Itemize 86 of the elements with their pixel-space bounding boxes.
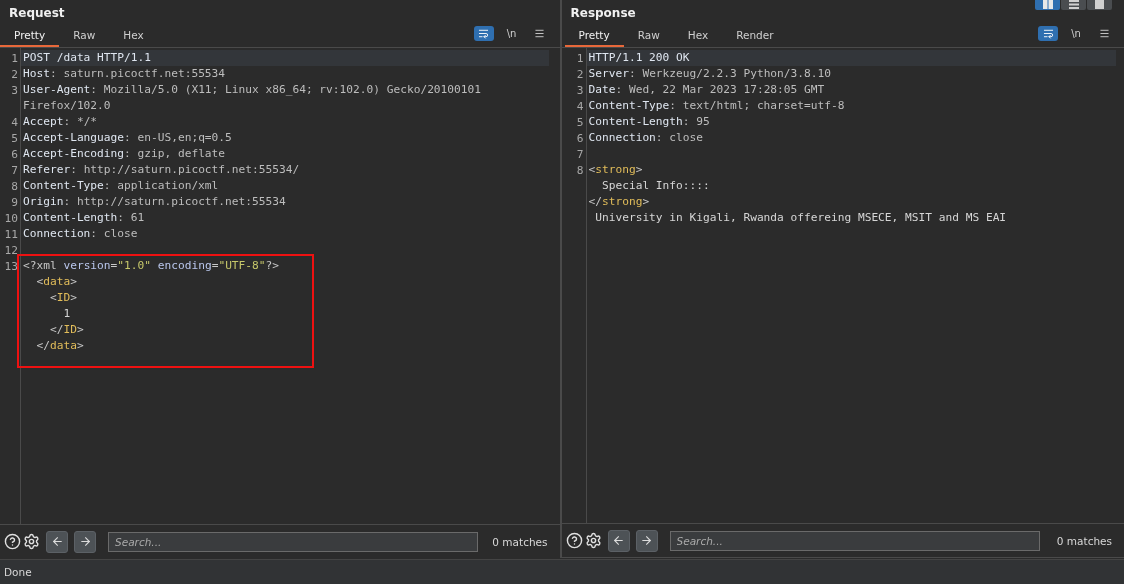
menu-icon bbox=[534, 28, 545, 39]
code-line: Content-Type: application/xml bbox=[22, 178, 220, 194]
line-number: 4 bbox=[575, 99, 585, 113]
code-line: Special Info:::: bbox=[600, 178, 711, 194]
code-line: Connection: close bbox=[587, 130, 704, 146]
line-number: 12 bbox=[3, 243, 19, 257]
code-line: Server: Werkzeug/2.2.3 Python/3.8.10 bbox=[587, 66, 832, 82]
code-line: <?xml version="1.0" encoding="UTF-8"?> bbox=[22, 258, 281, 274]
settings-icon[interactable] bbox=[23, 533, 40, 550]
arrow-right-icon bbox=[78, 535, 92, 548]
match-count: 0 matches bbox=[1056, 534, 1112, 547]
arrow-right-icon bbox=[640, 534, 653, 547]
settings-icon[interactable] bbox=[584, 532, 602, 549]
code-line: Accept-Encoding: gzip, deflate bbox=[22, 146, 227, 162]
pane-title: Request bbox=[9, 6, 65, 20]
tab[interactable]: Pretty bbox=[0, 26, 60, 47]
back-button[interactable] bbox=[607, 529, 630, 552]
line-number: 3 bbox=[575, 83, 585, 97]
code-line: Date: Wed, 22 Mar 2023 17:28:05 GMT bbox=[587, 82, 826, 98]
code-line: Connection: close bbox=[22, 226, 139, 242]
code-line: User-Agent: Mozilla/5.0 (X11; Linux x86_64; rv:102.0) Gecko/20100101 bbox=[22, 82, 482, 98]
line-number: 8 bbox=[575, 163, 585, 177]
wrap-icon bbox=[1042, 28, 1054, 39]
code-line: </strong> bbox=[587, 194, 651, 210]
tab[interactable]: Pretty bbox=[564, 26, 624, 47]
code-line: Referer: http://saturn.picoctf.net:55534/ bbox=[22, 162, 301, 178]
code-line: Accept-Language: en-US,en;q=0.5 bbox=[22, 130, 233, 146]
code-line: Accept: */* bbox=[22, 114, 99, 130]
tab[interactable]: Raw bbox=[59, 26, 110, 47]
line-number: 13 bbox=[3, 259, 19, 273]
code-line: Content-Length: 61 bbox=[22, 210, 146, 226]
arrow-left-icon bbox=[612, 534, 625, 547]
code-line: University in Kigali, Rwanda offereing MSECE, MSIT and MS EAI bbox=[594, 210, 1008, 226]
layout-button[interactable] bbox=[1061, 0, 1086, 10]
tab[interactable]: Hex bbox=[109, 26, 158, 47]
line-number: 2 bbox=[575, 67, 585, 81]
tab[interactable]: Hex bbox=[673, 26, 723, 47]
tab[interactable]: Raw bbox=[623, 26, 674, 47]
code-line: </data> bbox=[35, 338, 85, 354]
menu-icon bbox=[1098, 28, 1110, 39]
wrap-toggle[interactable] bbox=[1038, 26, 1058, 41]
newline-toggle[interactable]: \n bbox=[1066, 26, 1086, 41]
line-number: 2 bbox=[10, 67, 19, 81]
wrap-icon bbox=[478, 28, 489, 39]
help-icon[interactable] bbox=[4, 533, 21, 550]
line-number: 8 bbox=[10, 179, 19, 193]
pane-title: Response bbox=[570, 6, 636, 20]
help-icon[interactable] bbox=[565, 532, 583, 549]
tab[interactable]: Render bbox=[722, 26, 788, 47]
line-number: 10 bbox=[3, 211, 19, 225]
line-number: 1 bbox=[575, 51, 585, 65]
layout-button[interactable] bbox=[1087, 0, 1112, 10]
newline-toggle[interactable]: \n bbox=[501, 26, 522, 41]
code-line: Content-Type: text/html; charset=utf-8 bbox=[587, 98, 846, 114]
line-number: 5 bbox=[575, 115, 585, 129]
code-line: Firefox/102.0 bbox=[22, 98, 112, 114]
columns-icon bbox=[1041, 0, 1054, 9]
code-line: </ID> bbox=[48, 322, 85, 338]
status-text: Done bbox=[4, 566, 32, 578]
wrap-toggle[interactable] bbox=[473, 26, 494, 41]
line-number: 5 bbox=[10, 131, 19, 145]
code-line: <ID> bbox=[48, 290, 78, 306]
line-number: 11 bbox=[3, 227, 19, 241]
code-line: <strong> bbox=[587, 162, 644, 178]
line-number: 9 bbox=[10, 195, 19, 209]
rows-icon bbox=[1068, 0, 1079, 9]
layout-button[interactable] bbox=[1035, 0, 1060, 10]
line-number: 1 bbox=[10, 51, 19, 65]
line-number: 7 bbox=[575, 147, 585, 161]
code-line: Content-Length: 95 bbox=[587, 114, 711, 130]
search-field[interactable]: Search... bbox=[669, 530, 1040, 551]
line-number: 4 bbox=[10, 115, 19, 129]
line-number: 6 bbox=[575, 131, 585, 145]
forward-button[interactable] bbox=[74, 530, 96, 553]
forward-button[interactable] bbox=[635, 529, 658, 552]
match-count: 0 matches bbox=[492, 535, 548, 548]
code-line: <data> bbox=[35, 274, 78, 290]
code-line: Host: saturn.picoctf.net:55534 bbox=[22, 66, 227, 82]
line-number: 7 bbox=[10, 163, 19, 177]
line-number: 6 bbox=[10, 147, 19, 161]
code-line: Origin: http://saturn.picoctf.net:55534 bbox=[22, 194, 287, 210]
back-button[interactable] bbox=[46, 530, 68, 553]
line-number: 3 bbox=[10, 83, 19, 97]
code-line: 1 bbox=[62, 306, 72, 322]
search-field[interactable]: Search... bbox=[108, 531, 478, 552]
arrow-left-icon bbox=[50, 535, 64, 548]
